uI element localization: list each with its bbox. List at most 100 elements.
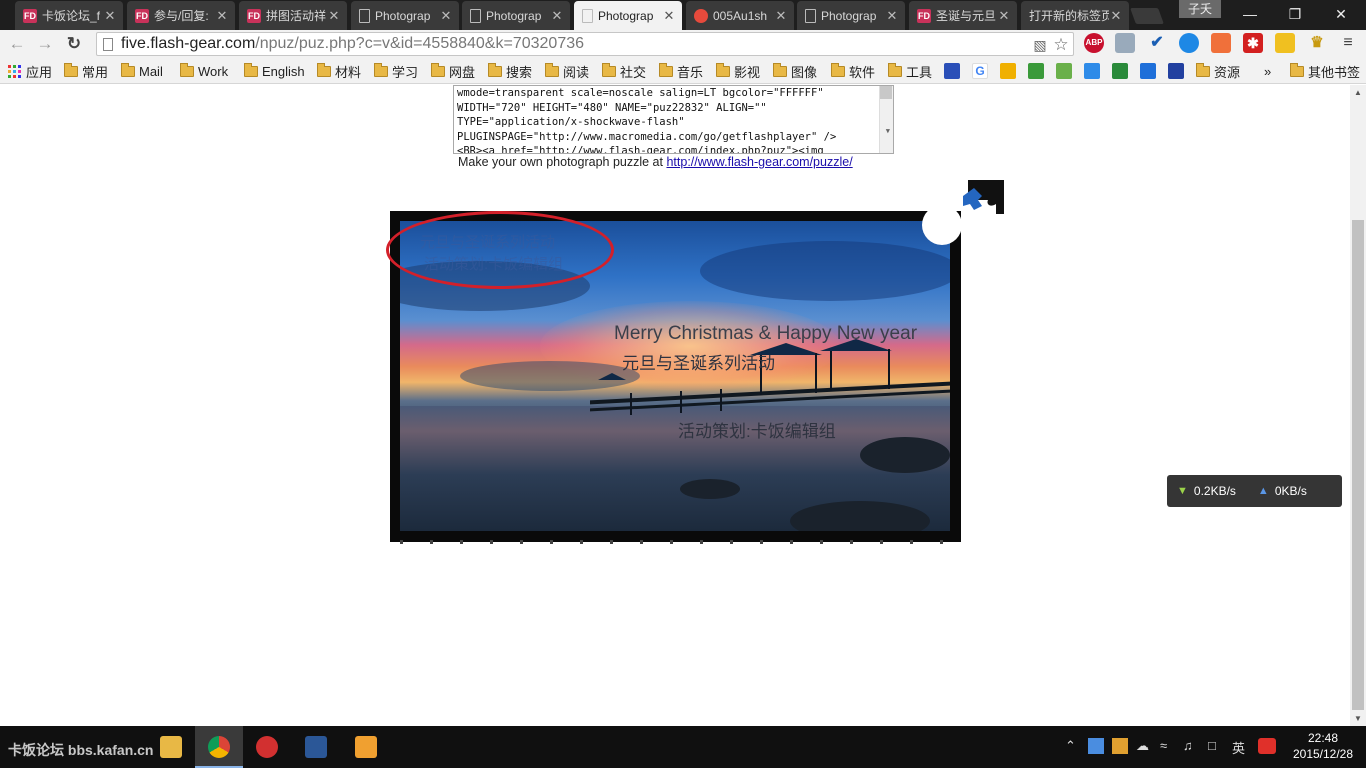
bookmark-folder[interactable]: Mail <box>121 62 163 80</box>
tab-3[interactable]: FD 拼图活动祥 ✕ <box>239 1 347 30</box>
action-center-icon[interactable]: □ <box>1208 738 1216 753</box>
page-info-icon[interactable] <box>103 38 113 51</box>
bookmark-folder[interactable]: 材料 <box>317 62 361 80</box>
google-bookmark-icon[interactable]: G <box>972 63 988 79</box>
scrollbar-thumb[interactable] <box>1352 220 1364 710</box>
close-tab-icon[interactable]: ✕ <box>774 8 788 24</box>
bookmark-folder[interactable]: English <box>244 62 305 80</box>
close-tab-icon[interactable]: ✕ <box>885 8 899 24</box>
close-tab-icon[interactable]: ✕ <box>1109 8 1123 24</box>
close-tab-icon[interactable]: ✕ <box>103 8 117 24</box>
embed-code-textarea[interactable]: wmode=transparent scale=noscale salign=L… <box>453 85 894 154</box>
adblock-plus-icon[interactable]: ABP <box>1084 33 1104 53</box>
bookmark-site-icon[interactable] <box>1084 63 1100 79</box>
grid-bookmark-icon[interactable] <box>1168 63 1184 79</box>
paw-bookmark-icon[interactable] <box>944 63 960 79</box>
close-tab-icon[interactable]: ✕ <box>997 8 1011 24</box>
back-arrow-icon[interactable]: ← <box>6 33 28 55</box>
reload-icon[interactable]: ↻ <box>63 33 85 55</box>
tab-4[interactable]: Photograp ✕ <box>351 1 459 30</box>
network-speed-widget[interactable]: ▼ 0.2KB/s ▲ 0KB/s <box>1167 475 1342 507</box>
tab-1[interactable]: FD 卡饭论坛_f ✕ <box>15 1 123 30</box>
bookmark-folder[interactable]: 社交 <box>602 62 646 80</box>
close-tab-icon[interactable]: ✕ <box>662 8 676 24</box>
forward-arrow-icon[interactable]: → <box>34 33 56 55</box>
chrome-menu-icon[interactable]: ≡ <box>1338 33 1358 53</box>
app-taskbar-button[interactable] <box>342 726 390 768</box>
search-extension-icon[interactable] <box>1179 33 1199 53</box>
bing-bookmark-icon[interactable] <box>1000 63 1016 79</box>
lastpass-icon[interactable]: ✱ <box>1243 33 1263 53</box>
folder-icon <box>545 62 559 77</box>
vimium-icon[interactable]: ✔ <box>1147 33 1167 53</box>
other-bookmarks-folder[interactable]: 其他书签 <box>1290 62 1360 80</box>
page-scrollbar[interactable]: ▲ ▼ <box>1350 85 1366 726</box>
restore-button[interactable]: ❐ <box>1272 0 1318 28</box>
ime-indicator[interactable]: 英 <box>1232 738 1245 757</box>
bookmark-folder[interactable]: 影视 <box>716 62 760 80</box>
minimize-button[interactable]: — <box>1227 0 1273 28</box>
volume-icon[interactable]: ♫ <box>1183 738 1193 753</box>
new-tab-button[interactable] <box>1130 8 1164 24</box>
bookmark-folder[interactable]: 学习 <box>374 62 418 80</box>
translate-icon[interactable]: ▧ <box>1031 36 1049 54</box>
sogou-input-icon[interactable] <box>1258 738 1276 754</box>
puzzle-extension-icon[interactable]: ♛ <box>1307 33 1327 53</box>
bookmark-folder[interactable]: 阅读 <box>545 62 589 80</box>
scroll-down-arrow-icon[interactable]: ▼ <box>886 124 890 139</box>
kafan-favicon: FD <box>23 8 37 23</box>
extension-icon[interactable] <box>1211 33 1231 53</box>
close-tab-icon[interactable]: ✕ <box>439 8 453 24</box>
bookmark-folder[interactable]: 音乐 <box>659 62 703 80</box>
address-bar[interactable]: five.flash-gear.com/npuz/puz.php?c=v&id=… <box>96 32 1074 56</box>
close-tab-icon[interactable]: ✕ <box>327 8 341 24</box>
bookmark-folder[interactable]: 网盘 <box>431 62 475 80</box>
download-speed: 0.2KB/s <box>1193 484 1236 498</box>
android-bookmark-icon[interactable] <box>1056 63 1072 79</box>
credit-text: 活动策划:卡饭编辑组 <box>678 422 836 441</box>
tab-10[interactable]: 打开新的标签页 ✕ <box>1021 1 1129 30</box>
flash-gear-puzzle-link[interactable]: http://www.flash-gear.com/puzzle/ <box>666 155 852 169</box>
bookmark-folder[interactable]: 图像 <box>773 62 817 80</box>
bookmark-folder[interactable]: Work <box>180 62 228 80</box>
apps-shortcut[interactable]: 应用 <box>8 62 52 80</box>
textarea-scrollbar[interactable] <box>879 86 893 153</box>
tray-user-icon[interactable] <box>1112 738 1128 754</box>
bookmark-folder[interactable]: 工具 <box>888 62 932 80</box>
douban-bookmark-icon[interactable] <box>1112 63 1128 79</box>
bookmark-folder[interactable]: 常用 <box>64 62 108 80</box>
tab-9[interactable]: FD 圣诞与元旦 ✕ <box>909 1 1017 30</box>
word-taskbar-button[interactable] <box>292 726 340 768</box>
evernote-bookmark-icon[interactable] <box>1028 63 1044 79</box>
tab-8[interactable]: Photograp ✕ <box>797 1 905 30</box>
bookmark-star-icon[interactable]: ☆ <box>1052 36 1070 54</box>
scroll-up-arrow-icon[interactable]: ▲ <box>1354 88 1362 97</box>
scroll-down-arrow-icon[interactable]: ▼ <box>1354 714 1362 723</box>
tab-6-active[interactable]: Photograp ✕ <box>574 1 682 30</box>
bookmark-folder[interactable]: 搜索 <box>488 62 532 80</box>
system-clock[interactable]: 22:48 2015/12/28 <box>1286 730 1360 762</box>
netease-music-button[interactable] <box>243 726 291 768</box>
tray-sync-icon[interactable]: ☁ <box>1136 738 1149 754</box>
close-tab-icon[interactable]: ✕ <box>550 8 564 24</box>
file-explorer-button[interactable] <box>147 726 195 768</box>
notes-extension-icon[interactable] <box>1275 33 1295 53</box>
tray-app-icon[interactable] <box>1088 738 1104 754</box>
bookmark-folder[interactable]: 软件 <box>831 62 875 80</box>
zhihu-bookmark-icon[interactable] <box>1140 63 1156 79</box>
missing-piece-slot[interactable] <box>922 205 962 245</box>
bookmarks-overflow-button[interactable]: » <box>1264 62 1271 80</box>
close-tab-icon[interactable]: ✕ <box>215 8 229 24</box>
chrome-taskbar-button[interactable] <box>195 726 243 768</box>
close-window-button[interactable]: ✕ <box>1318 0 1364 28</box>
bookmark-folder[interactable]: 资源 <box>1196 62 1240 80</box>
image-extension-icon[interactable] <box>1115 33 1135 53</box>
url-text[interactable]: five.flash-gear.com/npuz/puz.php?c=v&id=… <box>121 35 584 53</box>
wifi-icon[interactable]: ≈ <box>1160 738 1167 753</box>
profile-button[interactable]: 子夭 <box>1179 0 1221 18</box>
tab-7[interactable]: 005Au1sh ✕ <box>686 1 794 30</box>
loose-puzzle-piece[interactable] <box>960 180 1004 216</box>
tab-5[interactable]: Photograp ✕ <box>462 1 570 30</box>
tray-expand-icon[interactable]: ⌃ <box>1065 738 1076 754</box>
tab-2[interactable]: FD 参与/回复: ✕ <box>127 1 235 30</box>
